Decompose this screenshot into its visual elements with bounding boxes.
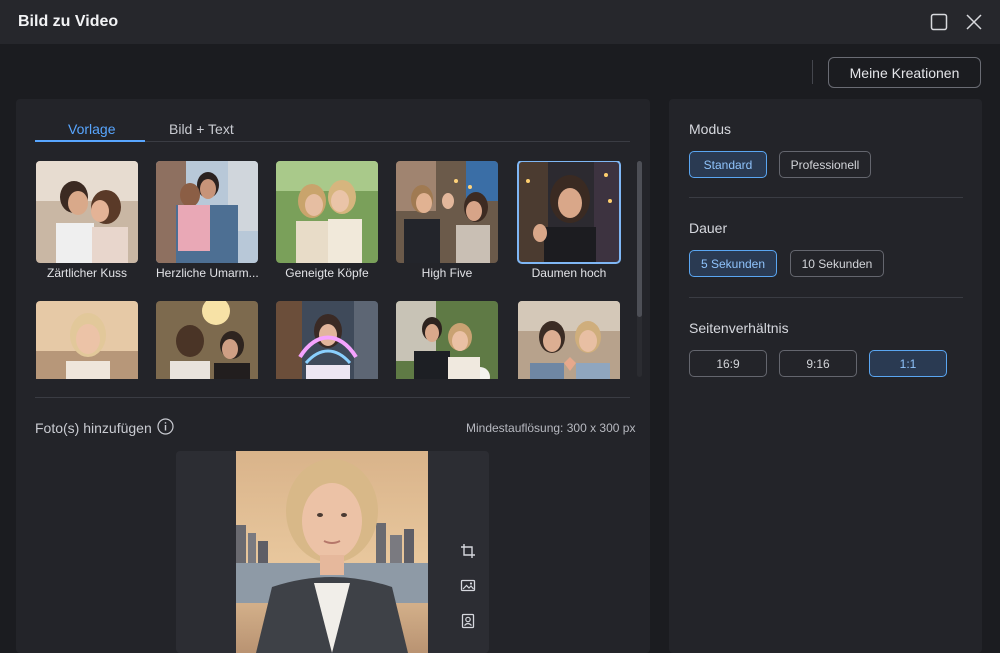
template-thumbnail <box>156 161 258 263</box>
mode-title: Modus <box>689 121 732 137</box>
settings-panel: Modus Standard Professionell Dauer 5 Sek… <box>669 99 982 653</box>
template-thumbnail <box>36 301 138 379</box>
tab-bar: Vorlage Bild + Text <box>35 119 630 142</box>
section-divider <box>689 197 963 198</box>
template-card[interactable] <box>156 301 258 379</box>
section-divider <box>35 397 630 398</box>
template-card[interactable] <box>396 301 498 379</box>
template-label: Daumen hoch <box>531 266 607 280</box>
close-icon <box>966 14 982 30</box>
template-panel: Vorlage Bild + Text Zärtlicher Kuss Herz… <box>16 99 650 653</box>
template-card[interactable] <box>276 301 378 379</box>
template-thumbnail <box>276 161 378 263</box>
maximize-button[interactable] <box>928 11 950 33</box>
maximize-icon <box>930 13 948 31</box>
uploaded-photo <box>236 451 428 653</box>
tab-image-text[interactable]: Bild + Text <box>169 121 234 137</box>
add-photos-label: Foto(s) hinzufügen <box>35 420 152 436</box>
template-label: High Five <box>421 266 473 280</box>
duration-title: Dauer <box>689 220 728 236</box>
template-grid: Zärtlicher Kuss Herzliche Umarm... Genei… <box>36 161 626 379</box>
crop-tool-button[interactable] <box>457 540 479 562</box>
portrait-button[interactable] <box>457 610 479 632</box>
template-thumbnail <box>36 161 138 263</box>
template-label: Geneigte Köpfe <box>285 266 369 280</box>
template-card[interactable]: High Five <box>396 161 498 280</box>
template-label: Zärtlicher Kuss <box>46 266 128 280</box>
photo-upload-area[interactable] <box>176 451 489 653</box>
window-title: Bild zu Video <box>18 13 119 30</box>
portrait-icon <box>461 613 475 629</box>
template-card[interactable] <box>518 301 620 379</box>
aspect-9-16-button[interactable]: 9:16 <box>779 350 857 377</box>
crop-icon <box>461 544 475 558</box>
template-label: Herzliche Umarm... <box>156 266 258 280</box>
aspect-16-9-button[interactable]: 16:9 <box>689 350 767 377</box>
toolbar-divider <box>812 60 813 84</box>
template-thumbnail <box>396 161 498 263</box>
template-card-selected[interactable]: Daumen hoch <box>517 161 621 280</box>
template-card[interactable] <box>36 301 138 379</box>
template-thumbnail <box>156 301 258 379</box>
replace-image-button[interactable] <box>457 575 479 597</box>
section-divider <box>689 297 963 298</box>
template-thumbnail <box>276 301 378 379</box>
template-card[interactable]: Herzliche Umarm... <box>156 161 258 280</box>
duration-10s-button[interactable]: 10 Sekunden <box>790 250 884 277</box>
aspect-1-1-button[interactable]: 1:1 <box>869 350 947 377</box>
aspect-ratio-title: Seitenverhältnis <box>689 320 789 336</box>
close-button[interactable] <box>963 11 985 33</box>
template-card[interactable]: Geneigte Köpfe <box>276 161 378 280</box>
min-resolution-hint: Mindestauflösung: 300 x 300 px <box>466 421 636 435</box>
scrollbar-thumb[interactable] <box>637 161 642 317</box>
active-tab-indicator <box>35 140 145 142</box>
info-icon[interactable] <box>157 418 174 435</box>
template-card[interactable]: Zärtlicher Kuss <box>36 161 138 280</box>
mode-professional-button[interactable]: Professionell <box>779 151 871 178</box>
my-creations-button[interactable]: Meine Kreationen <box>828 57 981 88</box>
image-swap-icon <box>460 579 476 592</box>
duration-5s-button[interactable]: 5 Sekunden <box>689 250 777 277</box>
template-scrollbar[interactable] <box>637 161 642 377</box>
tab-template[interactable]: Vorlage <box>68 121 115 137</box>
template-thumbnail <box>518 301 620 379</box>
template-thumbnail <box>396 301 498 379</box>
mode-standard-button[interactable]: Standard <box>689 151 767 178</box>
title-bar: Bild zu Video <box>0 0 1000 44</box>
template-thumbnail <box>517 161 621 264</box>
